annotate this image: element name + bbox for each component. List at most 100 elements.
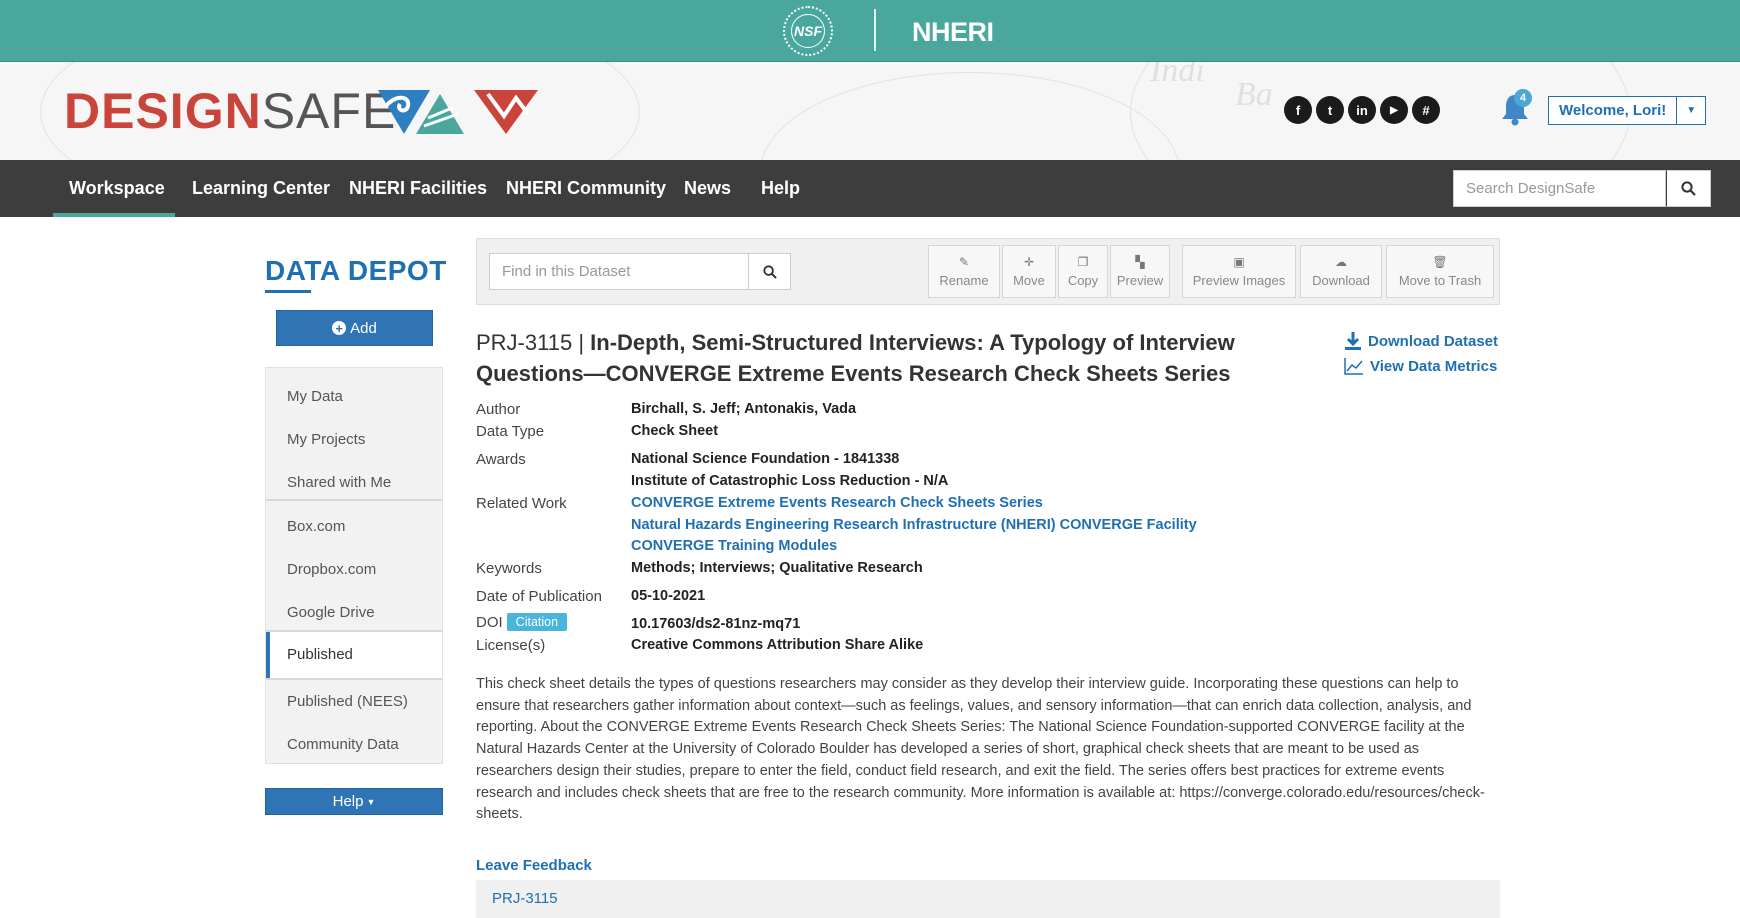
date-of-publication-label: Date of Publication: [476, 588, 602, 605]
citation-button[interactable]: Citation: [506, 613, 568, 631]
main-navigation: Workspace Learning Center NHERI Faciliti…: [0, 160, 1740, 217]
awards-label: Awards: [476, 451, 526, 468]
site-search: Search DesignSafe: [1453, 170, 1711, 207]
notification-count-badge: 4: [1514, 89, 1532, 107]
preview-label: Preview: [1116, 273, 1164, 288]
doi-label-text: DOI: [476, 614, 503, 631]
site-search-button[interactable]: [1666, 170, 1711, 207]
designsafe-logo[interactable]: DESIGNSAFE: [64, 86, 396, 136]
chevron-down-icon[interactable]: ▼: [1677, 97, 1705, 124]
copy-label: Copy: [1067, 273, 1099, 288]
trash-icon: 🗑: [1432, 255, 1448, 269]
preview-images-label: Preview Images: [1192, 273, 1286, 288]
move-to-trash-button[interactable]: 🗑 Move to Trash: [1386, 245, 1494, 298]
keywords-value: Methods; Interviews; Qualitative Researc…: [631, 560, 923, 576]
twitter-icon[interactable]: t: [1316, 96, 1344, 124]
download-button[interactable]: ☁ Download: [1300, 245, 1382, 298]
view-data-metrics-link[interactable]: View Data Metrics: [1344, 357, 1497, 375]
related-work-link[interactable]: CONVERGE Training Modules: [631, 538, 837, 554]
sidebar-item-published-nees[interactable]: Published (NEES): [266, 680, 442, 723]
pencil-icon: ✎: [958, 255, 970, 269]
related-work-link[interactable]: Natural Hazards Engineering Research Inf…: [631, 517, 1197, 533]
download-dataset-link[interactable]: Download Dataset: [1344, 331, 1498, 351]
dataset-toolbar: Find in this Dataset ✎ Rename ✛ Move ❐ C…: [476, 238, 1500, 305]
author-label: Author: [476, 401, 521, 418]
sidebar-item-box[interactable]: Box.com: [266, 505, 442, 548]
project-footer-link[interactable]: PRJ-3115: [492, 890, 558, 907]
nav-learning-center[interactable]: Learning Center: [192, 160, 330, 217]
map-background-line: [760, 72, 1180, 160]
nsf-logo[interactable]: NSF: [783, 6, 833, 56]
search-icon: [762, 264, 777, 279]
doi-label: DOI Citation: [476, 613, 568, 631]
license-value: Creative Commons Attribution Share Alike: [631, 637, 924, 653]
youtube-icon[interactable]: ▶: [1380, 96, 1408, 124]
linkedin-icon[interactable]: in: [1348, 96, 1376, 124]
image-icon: ▣: [1233, 255, 1245, 269]
data-type-value: Check Sheet: [631, 423, 719, 439]
sidebar-item-my-data[interactable]: My Data: [266, 375, 442, 418]
logo-safe-text: SAFE: [261, 83, 397, 139]
add-button[interactable]: + Add: [276, 310, 433, 346]
user-menu[interactable]: Welcome, Lori! ▼: [1548, 96, 1707, 125]
rename-label: Rename: [939, 273, 989, 288]
nav-nheri-community[interactable]: NHERI Community: [506, 160, 666, 217]
sidebar-item-published[interactable]: Published: [266, 632, 442, 678]
move-to-trash-label: Move to Trash: [1398, 273, 1482, 288]
find-in-dataset-input[interactable]: Find in this Dataset: [489, 253, 749, 290]
nsf-logo-text: NSF: [794, 23, 822, 39]
license-label: License(s): [476, 637, 546, 654]
nav-active-indicator: [53, 213, 175, 217]
preview-images-button[interactable]: ▣ Preview Images: [1182, 245, 1296, 298]
nav-news[interactable]: News: [684, 160, 731, 217]
site-search-input[interactable]: Search DesignSafe: [1453, 170, 1666, 207]
award-item: National Science Foundation - 1841338: [631, 451, 900, 467]
move-button[interactable]: ✛ Move: [1002, 245, 1056, 298]
preview-button[interactable]: ▚ Preview: [1110, 245, 1170, 298]
slack-icon[interactable]: #: [1412, 96, 1440, 124]
topbar-divider: [874, 9, 876, 51]
move-label: Move: [1013, 273, 1045, 288]
map-background-text: Indi: [1150, 62, 1205, 89]
help-dropdown-button[interactable]: Help ▼: [265, 788, 443, 815]
cloud-download-icon: ☁: [1335, 255, 1347, 269]
data-depot-title-underline: [265, 290, 311, 293]
nav-nheri-facilities[interactable]: NHERI Facilities: [349, 160, 487, 217]
find-in-dataset-button[interactable]: [749, 253, 791, 290]
copy-button[interactable]: ❐ Copy: [1058, 245, 1108, 298]
sidebar-divider: [266, 499, 442, 501]
author-value: Birchall, S. Jeff; Antonakis, Vada: [631, 401, 857, 417]
nav-help[interactable]: Help: [761, 160, 800, 217]
facebook-icon[interactable]: f: [1284, 96, 1312, 124]
sidebar-item-community-data[interactable]: Community Data: [266, 723, 442, 766]
related-work-label: Related Work: [476, 495, 567, 512]
project-footer-strip: PRJ-3115: [476, 880, 1500, 918]
download-dataset-label: Download Dataset: [1368, 332, 1499, 350]
view-data-metrics-label: View Data Metrics: [1370, 357, 1498, 375]
sidebar-item-shared-with-me[interactable]: Shared with Me: [266, 461, 442, 504]
move-arrows-icon: ✛: [1023, 255, 1035, 269]
social-links: f t in ▶ #: [1284, 96, 1440, 124]
plus-circle-icon: +: [332, 321, 347, 335]
keywords-label: Keywords: [476, 560, 542, 577]
welcome-user-button[interactable]: Welcome, Lori!: [1549, 97, 1678, 124]
nsf-nheri-bar: NSF NHERI: [0, 0, 1740, 62]
designsafe-logo-mark: [378, 90, 538, 134]
download-icon: [1345, 332, 1361, 350]
sidebar-item-my-projects[interactable]: My Projects: [266, 418, 442, 461]
award-item: Institute of Catastrophic Loss Reduction…: [631, 473, 949, 489]
nheri-logo[interactable]: NHERI: [912, 17, 994, 48]
sidebar-item-google-drive[interactable]: Google Drive: [266, 591, 442, 634]
caret-down-icon: ▼: [366, 796, 376, 807]
data-depot-sidebar: My Data My Projects Shared with Me Box.c…: [265, 367, 443, 764]
nav-workspace[interactable]: Workspace: [69, 160, 165, 217]
dataset-description: This check sheet details the types of qu…: [476, 676, 1485, 823]
line-chart-icon: [1344, 358, 1363, 375]
project-id: PRJ-3115: [476, 330, 573, 355]
data-type-label: Data Type: [476, 423, 545, 440]
leave-feedback-link[interactable]: Leave Feedback: [476, 857, 592, 874]
binoculars-icon: ▚: [1135, 255, 1145, 269]
rename-button[interactable]: ✎ Rename: [928, 245, 1000, 298]
related-work-link[interactable]: CONVERGE Extreme Events Research Check S…: [631, 495, 1043, 511]
sidebar-item-dropbox[interactable]: Dropbox.com: [266, 548, 442, 591]
